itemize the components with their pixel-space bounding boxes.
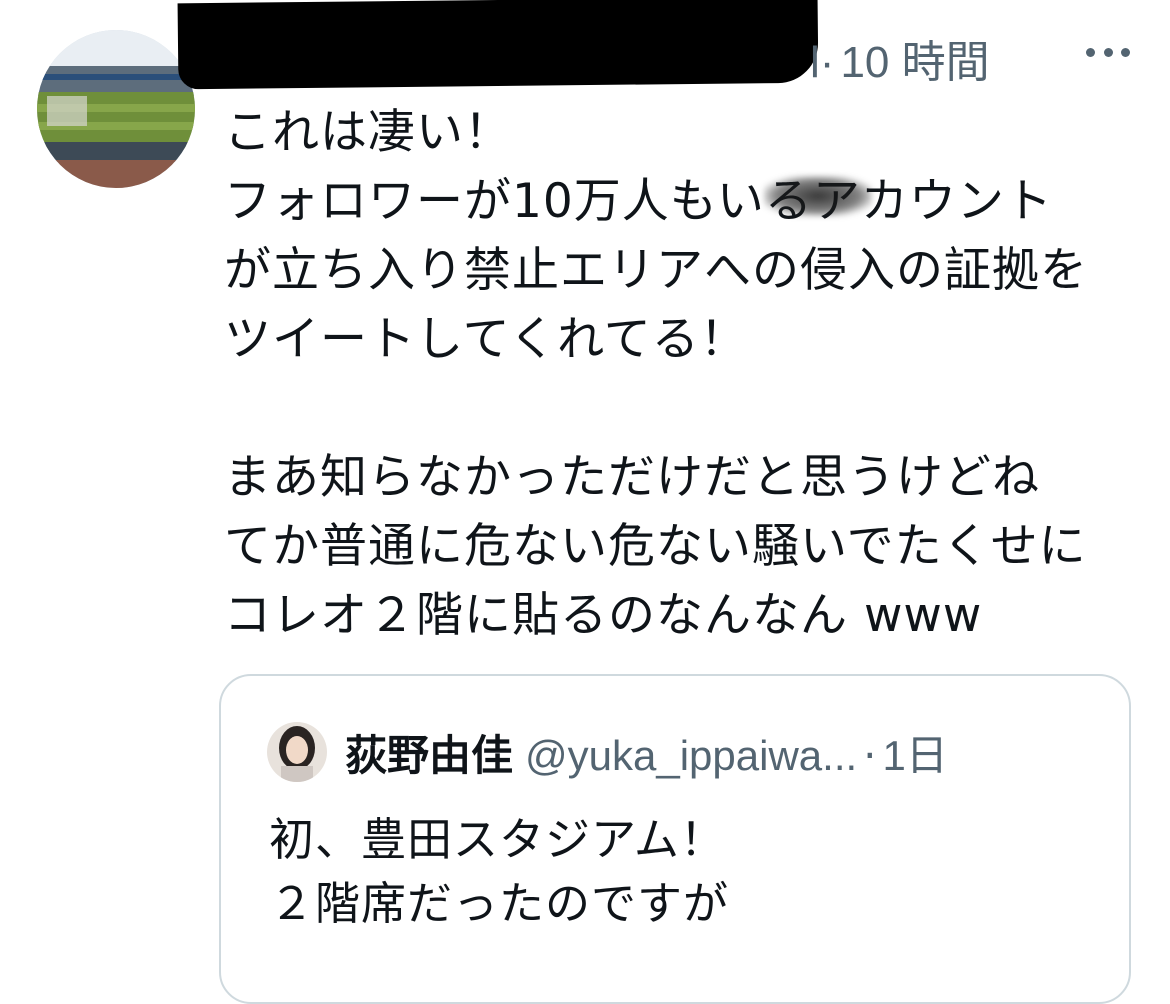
dot-3: [1121, 47, 1130, 57]
redacted-name-block: [177, 0, 819, 90]
quote-author-name[interactable]: 荻野由佳: [345, 722, 513, 783]
dot-1: [1086, 47, 1095, 57]
tweet-timestamp[interactable]: l· 10 時間: [810, 26, 990, 90]
quote-author-avatar[interactable]: [267, 722, 327, 782]
quote-header: 荻野由佳 @yuka_ippaiwa... · 1日: [345, 722, 948, 783]
quote-timestamp[interactable]: 1日: [883, 722, 948, 783]
redaction-smudge: [764, 176, 872, 216]
more-options-icon[interactable]: [1086, 44, 1130, 60]
quote-avatar-photo: [267, 722, 327, 782]
quote-separator: ·: [863, 731, 877, 780]
quoted-tweet[interactable]: 荻野由佳 @yuka_ippaiwa... · 1日 初、豊田スタジアム！ ２階…: [219, 674, 1131, 1004]
quote-text: 初、豊田スタジアム！ ２階席だったのですが: [269, 813, 730, 930]
timestamp-separator: l·: [810, 38, 835, 87]
tweet-text: これは凄い！ フォロワーが10万人もいるアカウント が立ち入り禁止エリアへの侵入…: [224, 105, 1088, 643]
dot-2: [1103, 47, 1113, 57]
quote-author-handle[interactable]: @yuka_ippaiwa...: [525, 732, 857, 780]
stadium-photo: [37, 30, 195, 188]
author-avatar[interactable]: [37, 30, 195, 188]
timestamp-value: 10 時間: [840, 38, 990, 87]
